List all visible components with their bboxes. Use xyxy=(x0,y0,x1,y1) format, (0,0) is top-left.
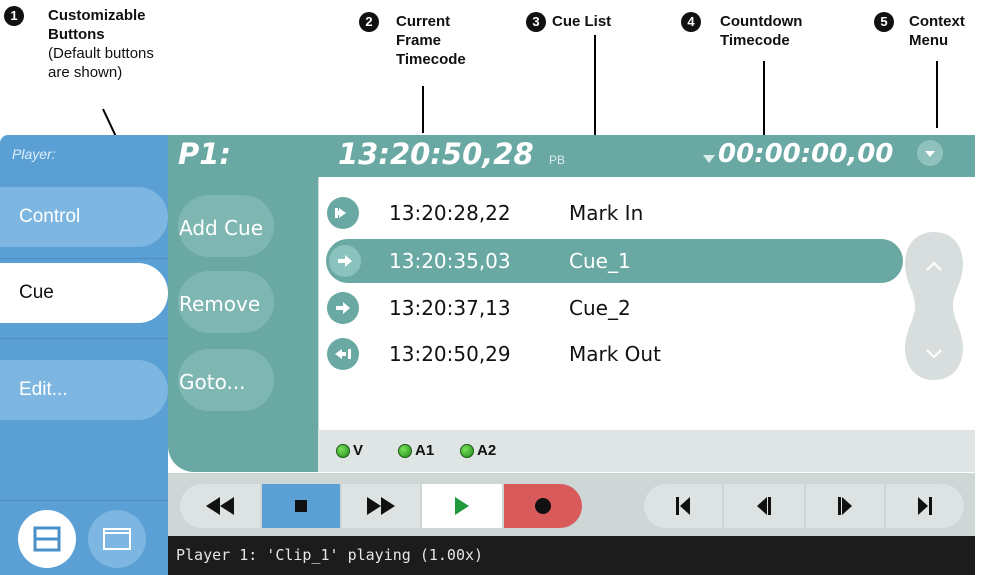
sidebar-item-label: Cue xyxy=(19,282,54,303)
track-led-icon xyxy=(398,444,412,458)
single-view-icon xyxy=(103,528,131,550)
cue-arrow-icon[interactable] xyxy=(329,245,361,277)
track-label: A1 xyxy=(415,442,435,459)
callout-context-menu: Context Menu xyxy=(909,13,965,49)
callout-number-5: 5 xyxy=(874,12,894,32)
callout-number-3: 3 xyxy=(526,12,546,32)
add-cue-label: Add Cue xyxy=(179,216,264,240)
remove-cue-label: Remove xyxy=(179,292,261,316)
track-label: V xyxy=(353,442,364,459)
callout-note: (Default buttons are shown) xyxy=(48,45,154,81)
track-label: A2 xyxy=(477,442,497,459)
cue-time[interactable]: 13:20:35,03 xyxy=(389,249,511,273)
callout-customizable-buttons: Customizable Buttons (Default buttons ar… xyxy=(48,6,154,82)
cue-name[interactable]: Mark In xyxy=(569,201,643,225)
step-forward-button[interactable] xyxy=(806,484,884,528)
single-view-button[interactable] xyxy=(88,510,146,568)
go-to-end-icon xyxy=(918,497,932,515)
callout-current-frame-timecode: Current Frame Timecode xyxy=(396,13,466,68)
chevron-down-icon xyxy=(925,151,935,157)
goto-cue-label: Goto... xyxy=(179,370,246,394)
step-back-button[interactable] xyxy=(724,484,804,528)
callout-number-4: 4 xyxy=(681,12,701,32)
countdown-timecode: 00:00:00,00 xyxy=(718,139,894,169)
go-to-start-icon xyxy=(676,497,690,515)
sidebar-divider xyxy=(0,500,168,501)
record-icon xyxy=(535,498,551,514)
callout-title: Customizable Buttons xyxy=(48,7,146,43)
cue-time[interactable]: 13:20:37,13 xyxy=(389,296,511,320)
sidebar-item-edit[interactable]: Edit... xyxy=(0,360,168,420)
track-led-icon xyxy=(336,444,350,458)
sidebar-item-label: Edit... xyxy=(19,379,68,400)
play-button[interactable] xyxy=(422,484,502,528)
cue-name[interactable]: Cue_1 xyxy=(569,249,631,273)
callout-number-1: 1 xyxy=(4,6,24,26)
step-forward-icon xyxy=(838,497,852,515)
cue-arrow-icon[interactable] xyxy=(327,292,359,324)
cue-list-scroller[interactable] xyxy=(903,230,965,382)
mark-out-icon[interactable] xyxy=(327,338,359,370)
stop-button[interactable] xyxy=(262,484,340,528)
fast-forward-icon xyxy=(367,497,395,515)
cue-name[interactable]: Mark Out xyxy=(569,342,661,366)
split-view-icon xyxy=(33,526,61,552)
record-button[interactable] xyxy=(504,484,582,528)
countdown-arrow-icon xyxy=(703,155,715,163)
rewind-icon xyxy=(206,497,234,515)
cue-time[interactable]: 13:20:50,29 xyxy=(389,342,511,366)
rewind-button[interactable] xyxy=(180,484,260,528)
split-view-button[interactable] xyxy=(18,510,76,568)
mark-in-icon[interactable] xyxy=(327,197,359,229)
callout-number-2: 2 xyxy=(359,12,379,32)
status-text: Player 1: 'Clip_1' playing (1.00x) xyxy=(176,546,484,564)
track-led-icon xyxy=(460,444,474,458)
current-frame-timecode: 13:20:50,28 xyxy=(338,137,534,171)
sidebar-divider xyxy=(0,258,168,259)
callout-countdown-timecode: Countdown Timecode xyxy=(720,13,803,49)
stop-icon xyxy=(295,500,307,512)
sidebar-item-cue[interactable]: Cue xyxy=(0,263,168,323)
go-to-start-button[interactable] xyxy=(644,484,722,528)
cue-time[interactable]: 13:20:28,22 xyxy=(389,201,511,225)
sidebar-divider xyxy=(0,338,168,339)
sidebar-item-control[interactable]: Control xyxy=(0,187,168,247)
context-menu-button[interactable] xyxy=(917,140,943,166)
fast-forward-button[interactable] xyxy=(342,484,420,528)
go-to-end-button[interactable] xyxy=(886,484,964,528)
sidebar-item-label: Control xyxy=(19,206,81,227)
cue-name[interactable]: Cue_2 xyxy=(569,296,631,320)
callout-cue-list: Cue List xyxy=(552,13,612,30)
step-back-icon xyxy=(757,497,771,515)
player-label: Player: xyxy=(12,146,56,162)
play-icon xyxy=(455,497,469,515)
channel-label: P1: xyxy=(178,137,232,171)
mode-indicator: PB xyxy=(549,153,566,167)
